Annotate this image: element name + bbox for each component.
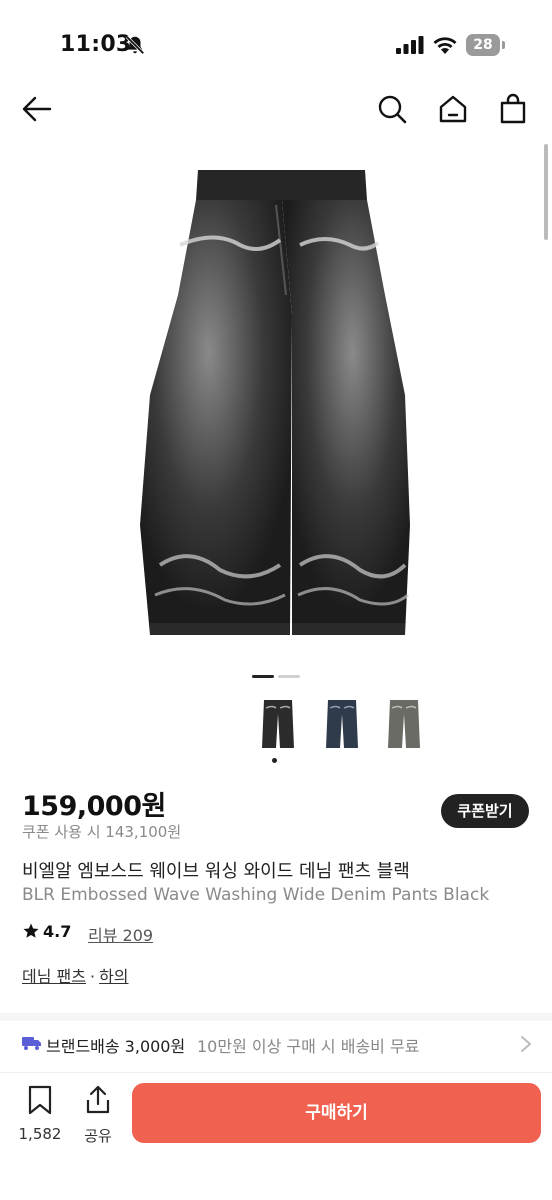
share-icon — [86, 1085, 110, 1114]
status-bar: 11:03 28 — [0, 0, 552, 88]
back-arrow-icon[interactable] — [20, 92, 54, 126]
search-icon[interactable] — [375, 92, 409, 126]
bookmark-icon — [28, 1085, 52, 1115]
signal-icon — [396, 36, 424, 54]
variant-thumbnail-navy[interactable] — [322, 696, 362, 752]
section-divider — [0, 1013, 552, 1021]
rating-value: 4.7 — [43, 922, 72, 941]
pager-dot-active[interactable] — [252, 675, 274, 678]
pager-dot[interactable] — [278, 675, 300, 678]
star-icon — [23, 923, 39, 938]
home-icon[interactable] — [436, 92, 470, 126]
variant-thumbnail-grey[interactable] — [384, 696, 424, 752]
subcategory-link[interactable]: 하의 — [99, 967, 128, 986]
share-button[interactable]: 공유 — [76, 1085, 120, 1147]
review-link[interactable]: 리뷰 209 — [88, 922, 153, 946]
free-shipping-condition: 10만원 이상 구매 시 배송비 무료 — [197, 1037, 420, 1056]
shopping-bag-icon[interactable] — [496, 92, 530, 126]
scrollbar[interactable] — [544, 144, 548, 240]
denim-pants-illustration — [140, 170, 410, 635]
bell-slash-icon — [125, 35, 145, 55]
battery-icon: 28 — [466, 34, 506, 56]
truck-icon — [22, 1037, 41, 1050]
wifi-icon — [433, 37, 457, 54]
bottom-action-bar: 1,582 공유 구매하기 — [0, 1072, 552, 1200]
selected-variant-dot — [272, 758, 277, 763]
share-label: 공유 — [84, 1127, 112, 1145]
product-image[interactable] — [0, 145, 552, 665]
top-nav — [0, 88, 552, 144]
buy-button[interactable]: 구매하기 — [132, 1083, 541, 1143]
product-title-korean: 비엘알 엠보스드 웨이브 워싱 와이드 데님 팬츠 블랙 — [22, 861, 410, 882]
bookmark-count: 1,582 — [18, 1125, 62, 1143]
shipping-fee-label: 브랜드배송 3,000원 — [46, 1037, 186, 1056]
category-link[interactable]: 데님 팬츠 — [22, 967, 86, 986]
chevron-right-icon — [521, 1036, 531, 1052]
category-separator: · — [89, 967, 96, 986]
battery-level: 28 — [466, 34, 500, 56]
product-title-english: BLR Embossed Wave Washing Wide Denim Pan… — [22, 885, 490, 905]
status-time: 11:03 — [60, 32, 132, 57]
color-variants — [250, 696, 440, 766]
battery-tip — [502, 41, 505, 49]
shipping-info-row[interactable]: 브랜드배송 3,000원 10만원 이상 구매 시 배송비 무료 — [22, 1033, 532, 1057]
gallery-pager — [252, 675, 300, 678]
category-breadcrumb: 데님 팬츠 · 하의 — [22, 963, 129, 987]
bookmark-button[interactable]: 1,582 — [16, 1085, 64, 1147]
get-coupon-button[interactable]: 쿠폰받기 — [441, 794, 529, 828]
coupon-price: 쿠폰 사용 시 143,100원 — [22, 823, 182, 841]
variant-thumbnail-black[interactable] — [258, 696, 298, 752]
product-price: 159,000원 — [22, 791, 166, 822]
